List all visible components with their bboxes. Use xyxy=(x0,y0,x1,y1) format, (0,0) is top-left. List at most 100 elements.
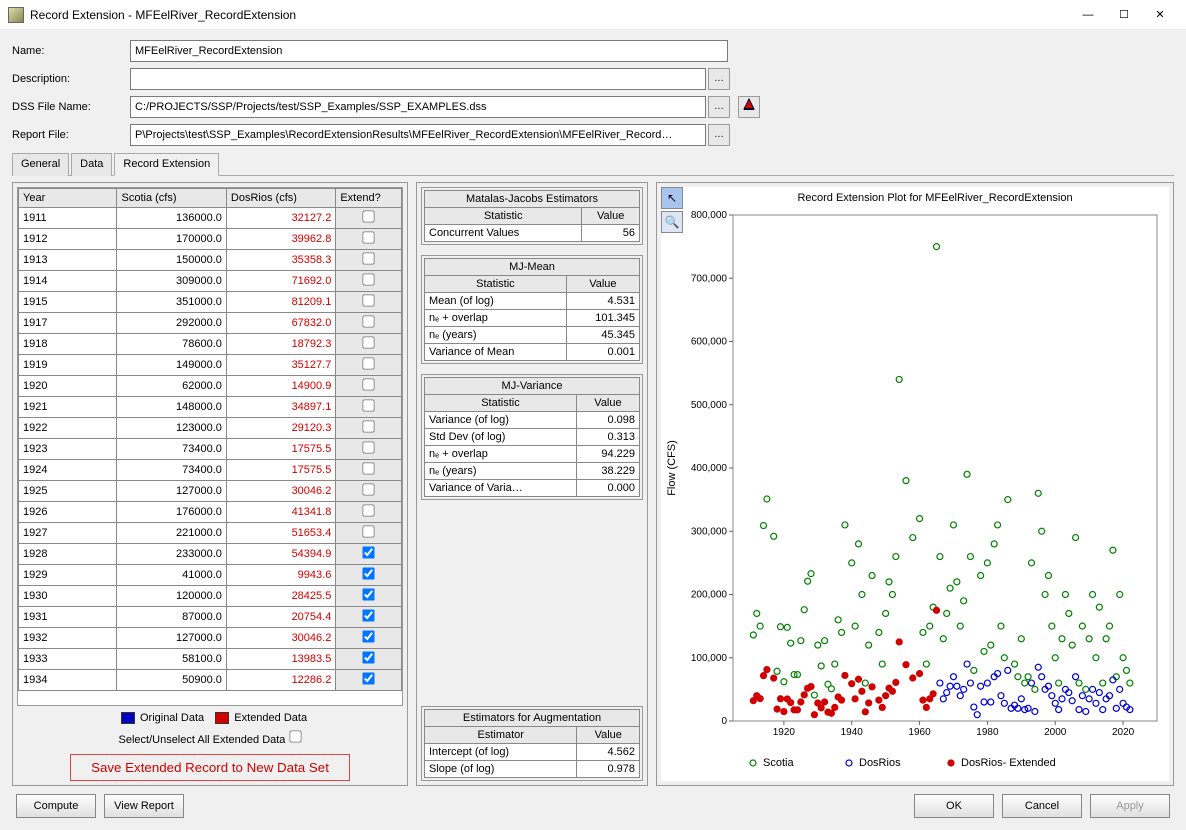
pointer-tool[interactable]: ↖ xyxy=(661,187,683,209)
concurrent-value: 56 xyxy=(582,225,640,242)
extend-checkbox[interactable] xyxy=(362,504,374,516)
description-input[interactable] xyxy=(130,68,706,90)
extend-checkbox[interactable] xyxy=(362,462,374,474)
extend-checkbox[interactable] xyxy=(362,315,374,327)
cancel-button[interactable]: Cancel xyxy=(1002,794,1082,818)
table-row[interactable]: 191878600.018792.3 xyxy=(19,334,402,355)
col-extend[interactable]: Extend? xyxy=(336,189,402,208)
table-row[interactable]: 1911136000.032127.2 xyxy=(19,208,402,229)
extend-checkbox[interactable] xyxy=(362,483,374,495)
svg-text:600,000: 600,000 xyxy=(691,337,728,348)
svg-text:2020: 2020 xyxy=(1112,727,1135,738)
table-row[interactable]: 1926176000.041341.8 xyxy=(19,502,402,523)
dss-file-input[interactable] xyxy=(130,96,706,118)
extend-checkbox[interactable] xyxy=(362,546,374,558)
extend-checkbox[interactable] xyxy=(362,567,374,579)
extended-swatch xyxy=(215,712,229,724)
apply-button[interactable]: Apply xyxy=(1090,794,1170,818)
extend-checkbox[interactable] xyxy=(362,378,374,390)
table-row[interactable]: 1928233000.054394.9 xyxy=(19,544,402,565)
extend-checkbox[interactable] xyxy=(362,357,374,369)
stats-panel: Matalas-Jacobs Estimators StatisticValue… xyxy=(416,182,648,786)
table-legend: Original Data Extended Data xyxy=(17,706,403,728)
ok-button[interactable]: OK xyxy=(914,794,994,818)
table-row[interactable]: 193358100.013983.5 xyxy=(19,649,402,670)
svg-text:2000: 2000 xyxy=(1044,727,1067,738)
mjvar-title: MJ-Variance xyxy=(424,377,640,394)
value-header: Value xyxy=(582,208,640,225)
col-year[interactable]: Year xyxy=(19,189,117,208)
extend-checkbox[interactable] xyxy=(362,588,374,600)
view-report-button[interactable]: View Report xyxy=(104,794,184,818)
svg-text:400,000: 400,000 xyxy=(691,463,728,474)
table-row[interactable]: 1932127000.030046.2 xyxy=(19,628,402,649)
table-row[interactable]: 1917292000.067832.0 xyxy=(19,313,402,334)
tab-record-extension[interactable]: Record Extension xyxy=(114,153,219,176)
col-dosrios[interactable]: DosRios (cfs) xyxy=(226,189,335,208)
table-row[interactable]: 1919149000.035127.7 xyxy=(19,355,402,376)
table-row[interactable]: 1925127000.030046.2 xyxy=(19,481,402,502)
table-row[interactable]: 193450900.012286.2 xyxy=(19,670,402,691)
window-title: Record Extension - MFEelRiver_RecordExte… xyxy=(30,8,1070,22)
report-browse-button[interactable]: … xyxy=(708,124,730,146)
original-data-label: Original Data xyxy=(140,712,204,724)
table-row[interactable]: 1915351000.081209.1 xyxy=(19,292,402,313)
name-label: Name: xyxy=(12,45,130,57)
report-file-label: Report File: xyxy=(12,129,130,141)
minimize-button[interactable]: — xyxy=(1070,3,1106,27)
extend-checkbox[interactable] xyxy=(362,294,374,306)
extended-data-label: Extended Data xyxy=(234,712,307,724)
table-row[interactable]: 1912170000.039962.8 xyxy=(19,229,402,250)
table-row[interactable]: 1914309000.071692.0 xyxy=(19,271,402,292)
svg-text:200,000: 200,000 xyxy=(691,590,728,601)
svg-text:300,000: 300,000 xyxy=(691,526,728,537)
table-row[interactable]: 1921148000.034897.1 xyxy=(19,397,402,418)
maximize-button[interactable]: ☐ xyxy=(1106,3,1142,27)
report-file-input[interactable] xyxy=(130,124,706,146)
tab-strip: General Data Record Extension xyxy=(12,152,1174,176)
table-row[interactable]: 1930120000.028425.5 xyxy=(19,586,402,607)
table-row[interactable]: 193187000.020754.4 xyxy=(19,607,402,628)
svg-text:1940: 1940 xyxy=(841,727,864,738)
table-row[interactable]: 192373400.017575.5 xyxy=(19,439,402,460)
mj-title: Matalas-Jacobs Estimators xyxy=(424,190,640,207)
extend-checkbox[interactable] xyxy=(362,252,374,264)
table-row[interactable]: 192473400.017575.5 xyxy=(19,460,402,481)
table-row[interactable]: 1927221000.051653.4 xyxy=(19,523,402,544)
extend-checkbox[interactable] xyxy=(362,609,374,621)
extend-checkbox[interactable] xyxy=(362,630,374,642)
plot-icon-button[interactable] xyxy=(738,96,760,118)
extend-checkbox[interactable] xyxy=(362,672,374,684)
extend-checkbox[interactable] xyxy=(362,420,374,432)
extend-checkbox[interactable] xyxy=(362,651,374,663)
table-row[interactable]: 1913150000.035358.3 xyxy=(19,250,402,271)
compute-button[interactable]: Compute xyxy=(16,794,96,818)
dss-browse-button[interactable]: … xyxy=(708,96,730,118)
extend-checkbox[interactable] xyxy=(362,210,374,222)
data-table-scroll[interactable]: Year Scotia (cfs) DosRios (cfs) Extend? … xyxy=(17,187,403,706)
table-row[interactable]: 1922123000.029120.3 xyxy=(19,418,402,439)
name-input[interactable] xyxy=(130,40,728,62)
app-icon xyxy=(8,7,24,23)
svg-text:100,000: 100,000 xyxy=(691,653,728,664)
extend-checkbox[interactable] xyxy=(362,273,374,285)
extend-checkbox[interactable] xyxy=(362,336,374,348)
chart[interactable]: Record Extension Plot for MFEelRiver_Rec… xyxy=(661,187,1169,781)
select-all-checkbox[interactable] xyxy=(289,730,301,742)
extend-checkbox[interactable] xyxy=(362,231,374,243)
svg-text:800,000: 800,000 xyxy=(691,210,728,221)
description-browse-button[interactable]: … xyxy=(708,68,730,90)
extend-checkbox[interactable] xyxy=(362,441,374,453)
table-row[interactable]: 192062000.014900.9 xyxy=(19,376,402,397)
tab-data[interactable]: Data xyxy=(71,153,112,176)
tab-general[interactable]: General xyxy=(12,153,69,176)
save-extended-button[interactable]: Save Extended Record to New Data Set xyxy=(70,754,350,781)
table-row[interactable]: 192941000.09943.6 xyxy=(19,565,402,586)
zoom-tool[interactable]: 🔍 xyxy=(661,211,683,233)
title-bar: Record Extension - MFEelRiver_RecordExte… xyxy=(0,0,1186,30)
extend-checkbox[interactable] xyxy=(362,525,374,537)
col-scotia[interactable]: Scotia (cfs) xyxy=(117,189,226,208)
svg-text:Scotia: Scotia xyxy=(763,757,794,769)
extend-checkbox[interactable] xyxy=(362,399,374,411)
close-button[interactable]: ✕ xyxy=(1142,3,1178,27)
